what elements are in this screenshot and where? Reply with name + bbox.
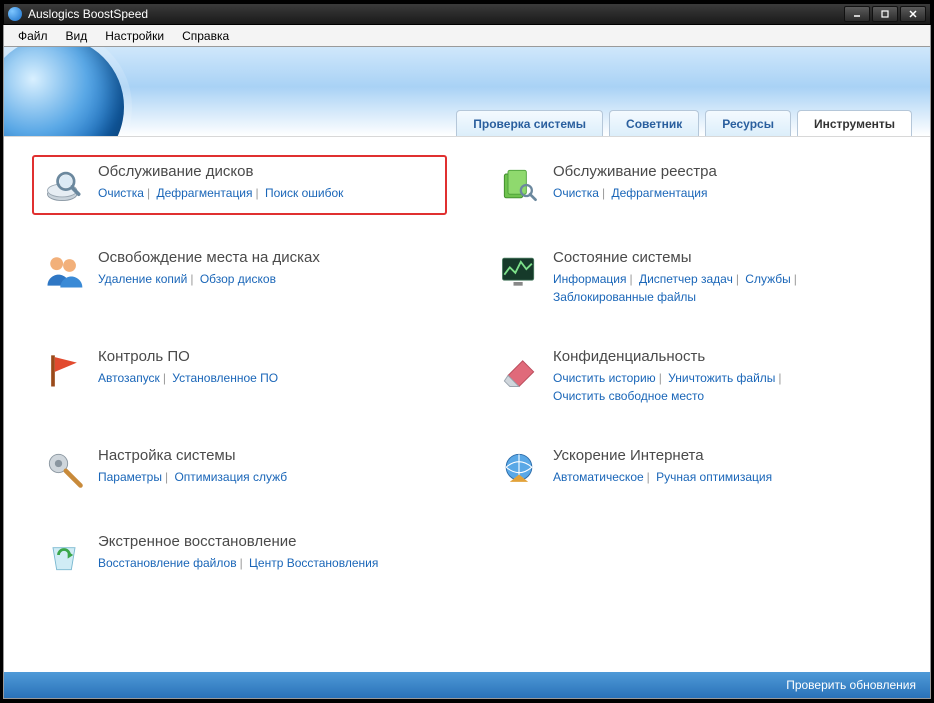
titlebar: Auslogics BoostSpeed bbox=[3, 3, 931, 25]
tool-system-state: Состояние системы Информация| Диспетчер … bbox=[487, 241, 902, 314]
tool-registry-maintenance: Обслуживание реестра Очистка| Дефрагмент… bbox=[487, 155, 902, 215]
link-file-recovery[interactable]: Восстановление файлов bbox=[98, 556, 237, 570]
tool-free-space: Освобождение места на дисках Удаление ко… bbox=[32, 241, 447, 314]
gear-wrench-icon bbox=[42, 447, 86, 491]
minimize-button[interactable] bbox=[844, 6, 870, 22]
tab-tools[interactable]: Инструменты bbox=[797, 110, 912, 136]
menu-settings[interactable]: Настройки bbox=[97, 27, 172, 45]
link-startup[interactable]: Автозапуск bbox=[98, 371, 160, 385]
link-shred[interactable]: Уничтожить файлы bbox=[668, 371, 775, 385]
menu-help[interactable]: Справка bbox=[174, 27, 237, 45]
tool-title: Экстренное восстановление bbox=[98, 533, 378, 550]
disk-magnifier-icon bbox=[42, 163, 86, 207]
app-icon bbox=[8, 7, 22, 21]
main-tabs: Проверка системы Советник Ресурсы Инстру… bbox=[456, 110, 912, 136]
link-auto[interactable]: Автоматическое bbox=[553, 470, 644, 484]
tab-system-check[interactable]: Проверка системы bbox=[456, 110, 603, 136]
tools-grid: Обслуживание дисков Очистка| Дефрагмента… bbox=[4, 137, 930, 672]
link-manual[interactable]: Ручная оптимизация bbox=[656, 470, 772, 484]
tool-software-control: Контроль ПО Автозапуск| Установленное ПО bbox=[32, 340, 447, 413]
statusbar: Проверить обновления bbox=[4, 672, 930, 698]
link-taskmgr[interactable]: Диспетчер задач bbox=[639, 272, 733, 286]
tool-title: Контроль ПО bbox=[98, 348, 278, 365]
tool-privacy: Конфиденциальность Очистить историю| Уни… bbox=[487, 340, 902, 413]
menu-file[interactable]: Файл bbox=[10, 27, 56, 45]
recycle-recovery-icon bbox=[42, 533, 86, 577]
empty-cell bbox=[487, 525, 902, 585]
tool-title: Обслуживание реестра bbox=[553, 163, 717, 180]
link-locked-files[interactable]: Заблокированные файлы bbox=[553, 290, 696, 304]
tool-title: Состояние системы bbox=[553, 249, 800, 266]
menubar: Файл Вид Настройки Справка bbox=[3, 25, 931, 47]
check-updates-link[interactable]: Проверить обновления bbox=[786, 678, 916, 692]
eraser-icon bbox=[497, 348, 541, 392]
link-disk-clean[interactable]: Очистка bbox=[98, 186, 144, 200]
tool-title: Ускорение Интернета bbox=[553, 447, 772, 464]
tool-title: Обслуживание дисков bbox=[98, 163, 343, 180]
main-window: Проверка системы Советник Ресурсы Инстру… bbox=[3, 47, 931, 699]
header-banner: Проверка системы Советник Ресурсы Инстру… bbox=[4, 47, 930, 137]
link-clear-history[interactable]: Очистить историю bbox=[553, 371, 656, 385]
link-disk-defrag[interactable]: Дефрагментация bbox=[156, 186, 252, 200]
window-title: Auslogics BoostSpeed bbox=[28, 7, 844, 21]
chart-monitor-icon bbox=[497, 249, 541, 293]
link-wipe-free[interactable]: Очистить свободное место bbox=[553, 389, 704, 403]
link-installed[interactable]: Установленное ПО bbox=[172, 371, 278, 385]
tool-title: Освобождение места на дисках bbox=[98, 249, 320, 266]
close-button[interactable] bbox=[900, 6, 926, 22]
menu-view[interactable]: Вид bbox=[58, 27, 96, 45]
flag-software-icon bbox=[42, 348, 86, 392]
link-params[interactable]: Параметры bbox=[98, 470, 162, 484]
tab-advisor[interactable]: Советник bbox=[609, 110, 699, 136]
duplicate-users-icon bbox=[42, 249, 86, 293]
tool-system-tweak: Настройка системы Параметры| Оптимизация… bbox=[32, 439, 447, 499]
globe-speed-icon bbox=[497, 447, 541, 491]
link-info[interactable]: Информация bbox=[553, 272, 626, 286]
tool-disk-maintenance: Обслуживание дисков Очистка| Дефрагмента… bbox=[32, 155, 447, 215]
link-disk-explorer[interactable]: Обзор дисков bbox=[200, 272, 276, 286]
link-rescue-center[interactable]: Центр Восстановления bbox=[249, 556, 378, 570]
registry-icon bbox=[497, 163, 541, 207]
tool-title: Настройка системы bbox=[98, 447, 287, 464]
maximize-button[interactable] bbox=[872, 6, 898, 22]
link-reg-clean[interactable]: Очистка bbox=[553, 186, 599, 200]
tool-title: Конфиденциальность bbox=[553, 348, 785, 365]
globe-icon bbox=[4, 47, 124, 137]
link-dup-remove[interactable]: Удаление копий bbox=[98, 272, 187, 286]
tab-resources[interactable]: Ресурсы bbox=[705, 110, 791, 136]
link-reg-defrag[interactable]: Дефрагментация bbox=[611, 186, 707, 200]
tool-internet-speed: Ускорение Интернета Автоматическое| Ручн… bbox=[487, 439, 902, 499]
tool-recovery: Экстренное восстановление Восстановление… bbox=[32, 525, 447, 585]
link-service-opt[interactable]: Оптимизация служб bbox=[174, 470, 287, 484]
link-services[interactable]: Службы bbox=[745, 272, 790, 286]
link-disk-errors[interactable]: Поиск ошибок bbox=[265, 186, 343, 200]
